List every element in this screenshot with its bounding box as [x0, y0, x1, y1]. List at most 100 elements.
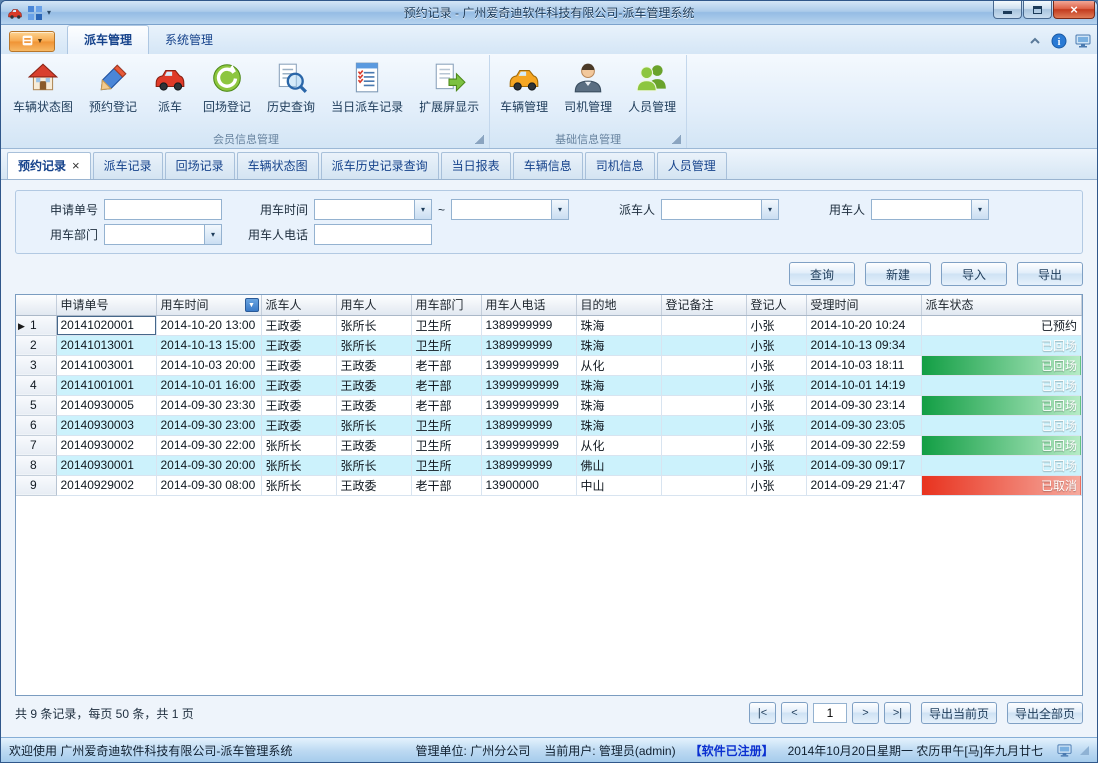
cell-department[interactable]: 卫生所: [411, 435, 481, 455]
department-select[interactable]: ▾: [104, 224, 222, 245]
cell-destination[interactable]: 珠海: [576, 335, 661, 355]
user-select[interactable]: ▾: [871, 199, 989, 220]
cell-remark[interactable]: [661, 455, 746, 475]
doc-tab-dispatch-records[interactable]: 派车记录: [93, 152, 163, 179]
doc-tab-vehicle-info[interactable]: 车辆信息: [513, 152, 583, 179]
cell-accept_time[interactable]: 2014-09-29 21:47: [806, 475, 921, 495]
cell-user[interactable]: 王政委: [336, 355, 411, 375]
cell-use_time[interactable]: 2014-09-30 08:00: [156, 475, 261, 495]
first-page-button[interactable]: |<: [749, 702, 776, 724]
close-tab-icon[interactable]: ×: [72, 161, 80, 170]
cell-status[interactable]: 已回场: [921, 375, 1082, 395]
ribbon-button-extended-screen-display[interactable]: 扩展屏显示: [411, 57, 487, 117]
cell-remark[interactable]: [661, 315, 746, 335]
cell-department[interactable]: 卫生所: [411, 335, 481, 355]
cell-phone[interactable]: 1389999999: [481, 415, 576, 435]
chevron-down-icon[interactable]: ▾: [971, 200, 988, 219]
cell-accept_time[interactable]: 2014-09-30 23:05: [806, 415, 921, 435]
cell-use_time[interactable]: 2014-09-30 22:00: [156, 435, 261, 455]
cell-destination[interactable]: 珠海: [576, 315, 661, 335]
cell-department[interactable]: 老干部: [411, 355, 481, 375]
cell-user[interactable]: 张所长: [336, 455, 411, 475]
chevron-down-icon[interactable]: ▾: [551, 200, 568, 219]
doc-tab-daily-report[interactable]: 当日报表: [441, 152, 511, 179]
column-header-order_no[interactable]: 申请单号: [56, 295, 156, 315]
info-icon[interactable]: i: [1051, 33, 1067, 49]
ribbon-button-history-query[interactable]: 历史查询: [259, 57, 323, 117]
cell-user[interactable]: 王政委: [336, 395, 411, 415]
minimize-button[interactable]: [993, 1, 1022, 19]
column-header-user[interactable]: 用车人: [336, 295, 411, 315]
cell-department[interactable]: 卫生所: [411, 315, 481, 335]
page-number-input[interactable]: [813, 703, 847, 723]
cell-use_time[interactable]: 2014-10-03 20:00: [156, 355, 261, 375]
cell-department[interactable]: 卫生所: [411, 455, 481, 475]
cell-remark[interactable]: [661, 435, 746, 455]
cell-status[interactable]: 已取消: [921, 475, 1082, 495]
dialog-launcher-icon[interactable]: [475, 135, 484, 144]
cell-user[interactable]: 王政委: [336, 435, 411, 455]
cell-department[interactable]: 老干部: [411, 375, 481, 395]
cell-phone[interactable]: 13999999999: [481, 435, 576, 455]
column-header-registrar[interactable]: 登记人: [746, 295, 806, 315]
export-current-page-button[interactable]: 导出当前页: [921, 702, 997, 724]
cell-phone[interactable]: 13900000: [481, 475, 576, 495]
row-header[interactable]: 6: [16, 415, 56, 435]
ribbon-tab-system-management[interactable]: 系统管理: [149, 26, 229, 54]
cell-order_no[interactable]: 20141013001: [56, 335, 156, 355]
dispatcher-select[interactable]: ▾: [661, 199, 779, 220]
column-header-accept_time[interactable]: 受理时间: [806, 295, 921, 315]
doc-tab-return-records[interactable]: 回场记录: [165, 152, 235, 179]
ribbon-tab-dispatch-management[interactable]: 派车管理: [67, 25, 149, 54]
cell-phone[interactable]: 13999999999: [481, 375, 576, 395]
cell-dispatcher[interactable]: 张所长: [261, 435, 336, 455]
cell-status[interactable]: 已回场: [921, 335, 1082, 355]
doc-tab-personnel-management[interactable]: 人员管理: [657, 152, 727, 179]
use-time-from-select[interactable]: ▾: [314, 199, 432, 220]
doc-tab-driver-info[interactable]: 司机信息: [585, 152, 655, 179]
cell-registrar[interactable]: 小张: [746, 335, 806, 355]
cell-user[interactable]: 王政委: [336, 475, 411, 495]
ribbon-button-vehicle-management[interactable]: 车辆管理: [492, 57, 556, 117]
cell-accept_time[interactable]: 2014-10-03 18:11: [806, 355, 921, 375]
quick-access-dropdown-icon[interactable]: ▾: [47, 8, 51, 17]
table-row[interactable]: 9201409290022014-09-30 08:00张所长王政委老干部139…: [16, 475, 1082, 495]
cell-destination[interactable]: 从化: [576, 355, 661, 375]
row-header[interactable]: 7: [16, 435, 56, 455]
cell-order_no[interactable]: 20141020001: [56, 315, 156, 335]
filter-dropdown-icon[interactable]: ▼: [245, 298, 259, 312]
column-header-status[interactable]: 派车状态: [921, 295, 1082, 315]
last-page-button[interactable]: >|: [884, 702, 911, 724]
row-header[interactable]: 9: [16, 475, 56, 495]
table-row[interactable]: 8201409300012014-09-30 20:00张所长张所长卫生所138…: [16, 455, 1082, 475]
cell-dispatcher[interactable]: 王政委: [261, 335, 336, 355]
cell-remark[interactable]: [661, 335, 746, 355]
table-row[interactable]: 6201409300032014-09-30 23:00王政委张所长卫生所138…: [16, 415, 1082, 435]
chevron-down-icon[interactable]: ▾: [204, 225, 221, 244]
cell-destination[interactable]: 珠海: [576, 375, 661, 395]
cell-remark[interactable]: [661, 395, 746, 415]
restore-button[interactable]: [1023, 1, 1052, 19]
cell-destination[interactable]: 佛山: [576, 455, 661, 475]
cell-destination[interactable]: 中山: [576, 475, 661, 495]
cell-registrar[interactable]: 小张: [746, 395, 806, 415]
cell-status[interactable]: 已回场: [921, 355, 1082, 375]
row-header[interactable]: 8: [16, 455, 56, 475]
row-header[interactable]: 2: [16, 335, 56, 355]
cell-destination[interactable]: 从化: [576, 435, 661, 455]
export-button[interactable]: 导出: [1017, 262, 1083, 286]
query-button[interactable]: 查询: [789, 262, 855, 286]
doc-tab-dispatch-history-query[interactable]: 派车历史记录查询: [321, 152, 439, 179]
cell-status[interactable]: 已预约: [921, 315, 1082, 335]
new-button[interactable]: 新建: [865, 262, 931, 286]
cell-dispatcher[interactable]: 王政委: [261, 355, 336, 375]
ribbon-button-reservation-register[interactable]: 预约登记: [81, 57, 145, 117]
dialog-launcher-icon[interactable]: [672, 135, 681, 144]
cell-department[interactable]: 卫生所: [411, 415, 481, 435]
cell-registrar[interactable]: 小张: [746, 375, 806, 395]
cell-registrar[interactable]: 小张: [746, 315, 806, 335]
cell-remark[interactable]: [661, 355, 746, 375]
cell-user[interactable]: 王政委: [336, 375, 411, 395]
cell-registrar[interactable]: 小张: [746, 475, 806, 495]
collapse-ribbon-icon[interactable]: [1027, 33, 1043, 49]
